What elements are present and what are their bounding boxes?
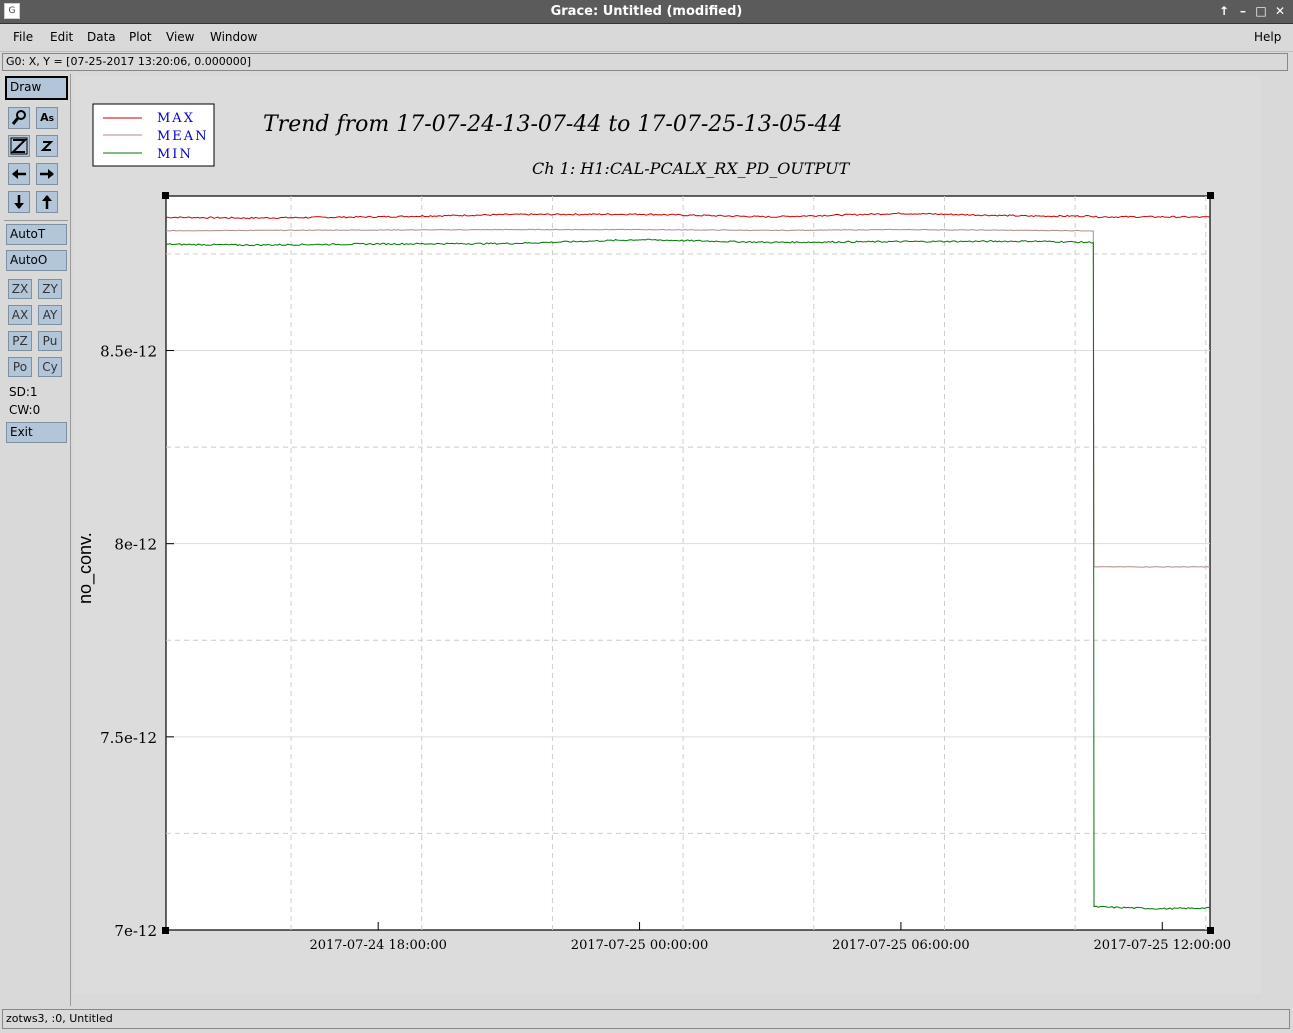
zoom-icon[interactable] (8, 107, 30, 129)
plot-area[interactable] (165, 195, 1211, 931)
arrow-down-icon[interactable] (8, 191, 30, 213)
arrow-up-icon[interactable] (36, 191, 58, 213)
x-tick-label: 2017-07-25 06:00:00 (832, 938, 969, 953)
pop-button[interactable]: Po (8, 357, 32, 377)
corner-handle[interactable] (1207, 192, 1214, 199)
menu-data[interactable]: Data (87, 30, 116, 44)
autoo-button[interactable]: AutoO (6, 250, 67, 271)
plot-canvas[interactable]: 7e-12 7.5e-12 8e-12 8.5e-12 2017-07-24 18:0… (74, 76, 1261, 994)
text-icon[interactable]: As (36, 107, 58, 129)
menu-bar: File Edit Data Plot View Window Help (0, 24, 1293, 52)
y-tick-label: 7.5e-12 (100, 729, 157, 747)
zoom-z-icon[interactable] (8, 135, 30, 157)
y-axis-label: no_conv. (75, 532, 96, 604)
status-bar: zotws3, :0, Untitled (2, 1009, 1290, 1029)
autoscale-x-button[interactable]: AX (8, 305, 32, 325)
chart-subtitle: Ch 1: H1:CAL-PCALX_RX_PD_OUTPUT (532, 159, 850, 178)
stack-depth-label: SD:1 (9, 385, 38, 399)
y-tick-label: 8.5e-12 (100, 343, 157, 361)
menu-window[interactable]: Window (210, 30, 257, 44)
arrow-left-icon[interactable] (8, 163, 30, 185)
zoom-y-button[interactable]: ZY (38, 279, 62, 299)
zoom-x-button[interactable]: ZX (8, 279, 32, 299)
menu-edit[interactable]: Edit (50, 30, 73, 44)
push-button[interactable]: Pu (38, 331, 62, 351)
push-zoom-button[interactable]: PZ (8, 331, 32, 351)
menu-help[interactable]: Help (1254, 30, 1281, 44)
zoom-z-small-icon[interactable] (36, 135, 58, 157)
menu-view[interactable]: View (166, 30, 194, 44)
draw-button[interactable]: Draw (5, 76, 68, 100)
autot-button[interactable]: AutoT (6, 224, 67, 245)
legend-max-label: MAX (157, 111, 195, 126)
tool-panel: Draw As AutoT AutoO ZX ZY AX AY PZ Pu Po… (2, 74, 71, 1006)
autoscale-y-button[interactable]: AY (38, 305, 62, 325)
raise-window-icon[interactable]: ↑ (1217, 3, 1231, 19)
window-title: Grace: Untitled (modified) (550, 4, 743, 19)
y-tick-label: 7e-12 (114, 922, 157, 940)
legend-mean-label: MEAN (157, 129, 209, 144)
maximize-icon[interactable]: □ (1254, 3, 1268, 19)
x-tick-label: 2017-07-25 12:00:00 (1094, 938, 1231, 953)
y-tick-label: 8e-12 (114, 536, 157, 554)
corner-handle[interactable] (162, 192, 169, 199)
x-tick-label: 2017-07-24 18:00:00 (309, 938, 446, 953)
current-world-label: CW:0 (9, 403, 41, 417)
toolbar-divider (4, 220, 68, 221)
menu-plot[interactable]: Plot (129, 30, 152, 44)
locator-bar: G0: X, Y = [07-25-2017 13:20:06, 0.00000… (2, 53, 1288, 71)
x-tick-label: 2017-07-25 00:00:00 (571, 938, 708, 953)
close-icon[interactable]: ✕ (1273, 3, 1287, 19)
exit-button[interactable]: Exit (6, 422, 67, 443)
trend-chart: 7e-12 7.5e-12 8e-12 8.5e-12 2017-07-24 18:0… (74, 76, 1261, 994)
chart-title: Trend from 17-07-24-13-07-44 to 17-07-25… (263, 112, 843, 137)
menu-file[interactable]: File (13, 30, 33, 44)
cycle-button[interactable]: Cy (38, 357, 62, 377)
corner-handle[interactable] (1207, 927, 1214, 934)
minimize-icon[interactable]: – (1236, 3, 1250, 19)
legend-min-label: MIN (157, 147, 193, 162)
window-titlebar: G Grace: Untitled (modified) ↑ – □ ✕ (0, 0, 1293, 24)
arrow-right-icon[interactable] (36, 163, 58, 185)
legend[interactable]: MAX MEAN MIN (92, 103, 215, 167)
